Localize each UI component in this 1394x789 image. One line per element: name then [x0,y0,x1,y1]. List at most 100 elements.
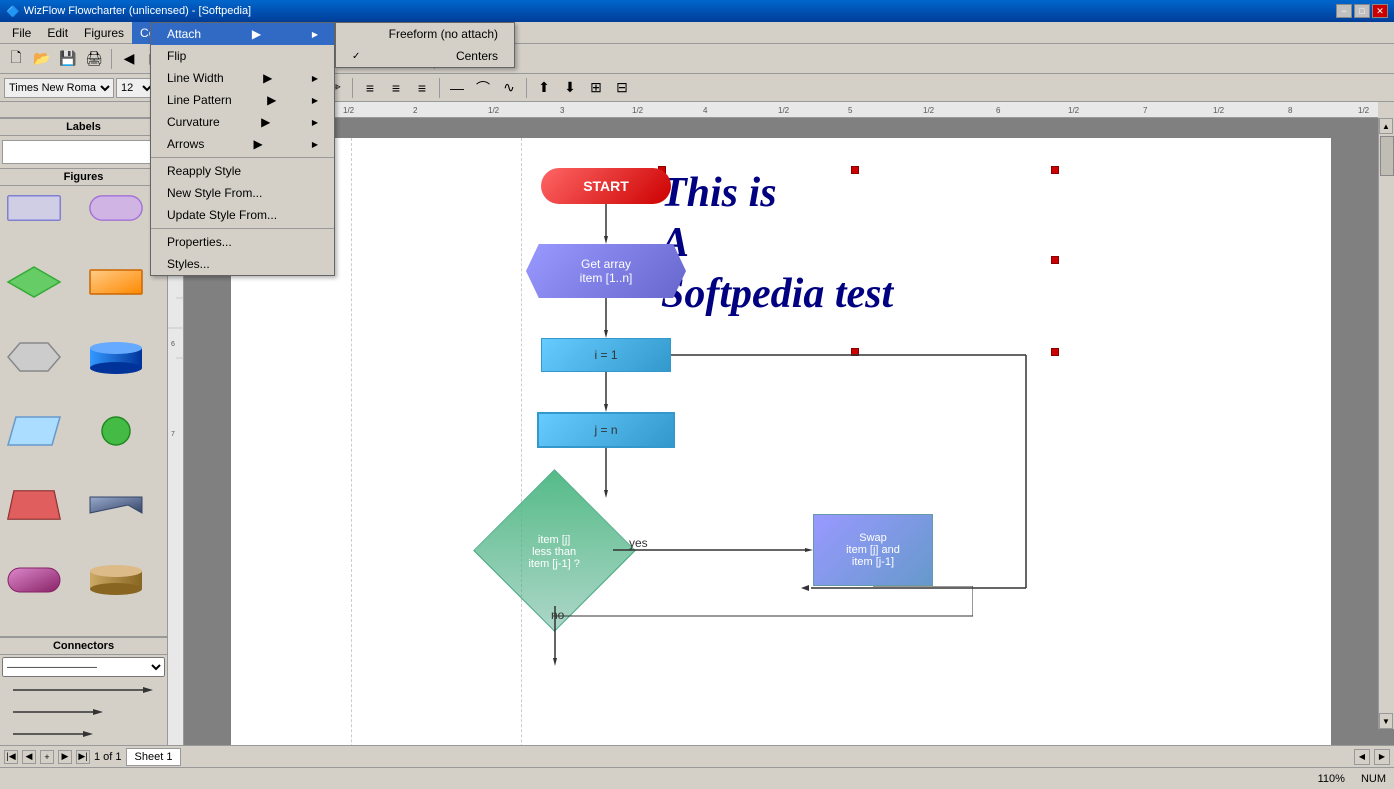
title-bar: 🔷 WizFlow Flowcharter (unlicensed) - [So… [0,0,1394,22]
svg-text:1/2: 1/2 [488,106,500,115]
connector-item-3[interactable] [0,723,167,745]
submenu-arrow-2: ▶ [263,71,272,85]
nav-scroll-left[interactable]: ◀ [1354,749,1370,765]
nav-last[interactable]: ▶| [76,750,90,764]
figure-cylinder[interactable] [86,339,146,375]
align-right-button[interactable]: ≡ [410,76,434,100]
format-sep-4 [526,78,527,98]
arrow-rect1-to-rect2 [604,372,608,412]
send-back[interactable]: ⬇ [558,76,582,100]
nav-bar: |◀ ◀ + ▶ ▶| 1 of 1 Sheet 1 ◀ ▶ [0,745,1394,767]
submenu-item-centers[interactable]: ✓ Centers [336,45,514,67]
submenu-arrow-5: ▶ [253,137,262,151]
zoom-status: 110% [1318,773,1345,785]
menu-edit[interactable]: Edit [39,22,76,44]
menu-figures[interactable]: Figures [76,22,132,44]
back-button[interactable]: ◀ [117,47,141,71]
align-left-button[interactable]: ≡ [358,76,382,100]
menu-item-curvature[interactable]: Curvature ▶ [151,111,334,133]
maximize-button[interactable]: □ [1354,4,1370,18]
submenu-item-freeform[interactable]: Freeform (no attach) [336,23,514,45]
figure-parallelogram[interactable] [4,413,64,449]
nav-prev[interactable]: ◀ [22,750,36,764]
menu-item-styles[interactable]: Styles... [151,253,334,275]
figure-drum[interactable] [86,562,146,598]
app-icon: 🔷 [6,5,20,18]
labels-input[interactable] [2,140,165,164]
selection-handle-tr [1051,166,1059,174]
line-style2[interactable]: ⌒ [471,76,495,100]
connectors-section-title: Connectors [0,637,167,655]
menu-item-arrows[interactable]: Arrows ▶ [151,133,334,155]
svg-text:1/2: 1/2 [343,106,355,115]
menu-item-properties[interactable]: Properties... [151,231,334,253]
figure-rounded-rect[interactable] [86,190,146,226]
new-button[interactable]: 🗋 [4,47,28,71]
figures-grid [0,186,167,636]
scroll-up-button[interactable]: ▲ [1379,118,1393,134]
figure-diamond[interactable] [4,264,64,300]
group-button[interactable]: ⊞ [584,76,608,100]
shape-rect-j[interactable]: j = n [537,412,675,448]
menu-item-line-pattern[interactable]: Line Pattern ▶ [151,89,334,111]
figure-banner[interactable] [86,487,146,523]
align-center-button[interactable]: ≡ [384,76,408,100]
ungroup-button[interactable]: ⊟ [610,76,634,100]
submenu-arrow-4: ▶ [261,115,270,129]
connector-type-select[interactable]: ————————— [2,657,165,677]
print-button[interactable]: 🖨 [82,47,106,71]
figure-rect-gradient[interactable] [86,264,146,300]
title-bar-left: 🔷 WizFlow Flowcharter (unlicensed) - [So… [6,5,251,18]
figure-rounded-shape[interactable] [4,562,64,598]
left-panel: Labels Figures [0,118,168,745]
menu-item-update-style[interactable]: Update Style From... [151,204,334,226]
menu-item-reapply-style[interactable]: Reapply Style [151,160,334,182]
nav-add-page[interactable]: + [40,750,54,764]
shape-start[interactable]: START [541,168,671,204]
sheet-tab[interactable]: Sheet 1 [126,748,182,766]
svg-text:7: 7 [1143,106,1148,115]
selection-handle-tm [851,166,859,174]
line-style3[interactable]: ∿ [497,76,521,100]
svg-text:6: 6 [171,341,175,348]
scroll-down-button[interactable]: ▼ [1379,713,1393,729]
connector-item-2[interactable] [0,701,167,723]
save-button[interactable]: 💾 [56,47,80,71]
format-sep-2 [352,78,353,98]
font-name-select[interactable]: Times New Roma [4,78,114,98]
figure-rectangle[interactable] [4,190,64,226]
arrow-rect2-to-diamond [604,448,608,498]
scrollbar-vertical[interactable]: ▲ ▼ [1378,118,1394,729]
menu-item-line-width[interactable]: Line Width ▶ [151,67,334,89]
figure-hexagon[interactable] [4,339,64,375]
canvas-area[interactable]: 4 5 6 7 This is A Sof [168,118,1394,745]
guideline-2 [521,138,522,745]
menu-file[interactable]: File [4,22,39,44]
menu-item-flip[interactable]: Flip [151,45,334,67]
svg-text:1/2: 1/2 [1213,106,1225,115]
open-button[interactable]: 📂 [30,47,54,71]
line-style1[interactable]: — [445,76,469,100]
shape-process1[interactable]: Get arrayitem [1..n] [526,244,686,298]
menu-item-new-style[interactable]: New Style From... [151,182,334,204]
selection-handle-mr [1051,256,1059,264]
connector-item-1[interactable] [0,679,167,701]
shape-swap[interactable]: Swapitem [j] anditem [j-1] [813,514,933,586]
canvas-scroll[interactable]: This is A Softpedia test START [184,118,1378,745]
minimize-button[interactable]: − [1336,4,1352,18]
page-info: 1 of 1 [94,751,122,763]
title-line2: A [661,218,893,268]
scroll-thumb[interactable] [1380,136,1394,176]
figure-circle[interactable] [86,413,146,449]
nav-scroll-right[interactable]: ▶ [1374,749,1390,765]
close-button[interactable]: ✕ [1372,4,1388,18]
format-sep-3 [439,78,440,98]
figure-trapezoid[interactable] [4,487,64,523]
bring-front[interactable]: ⬆ [532,76,556,100]
nav-next[interactable]: ▶ [58,750,72,764]
menu-item-attach[interactable]: Attach ▶ [151,23,334,45]
mode-status: NUM [1361,773,1386,785]
shape-rect-i[interactable]: i = 1 [541,338,671,372]
nav-first[interactable]: |◀ [4,750,18,764]
attach-submenu: Freeform (no attach) ✓ Centers [335,22,515,68]
